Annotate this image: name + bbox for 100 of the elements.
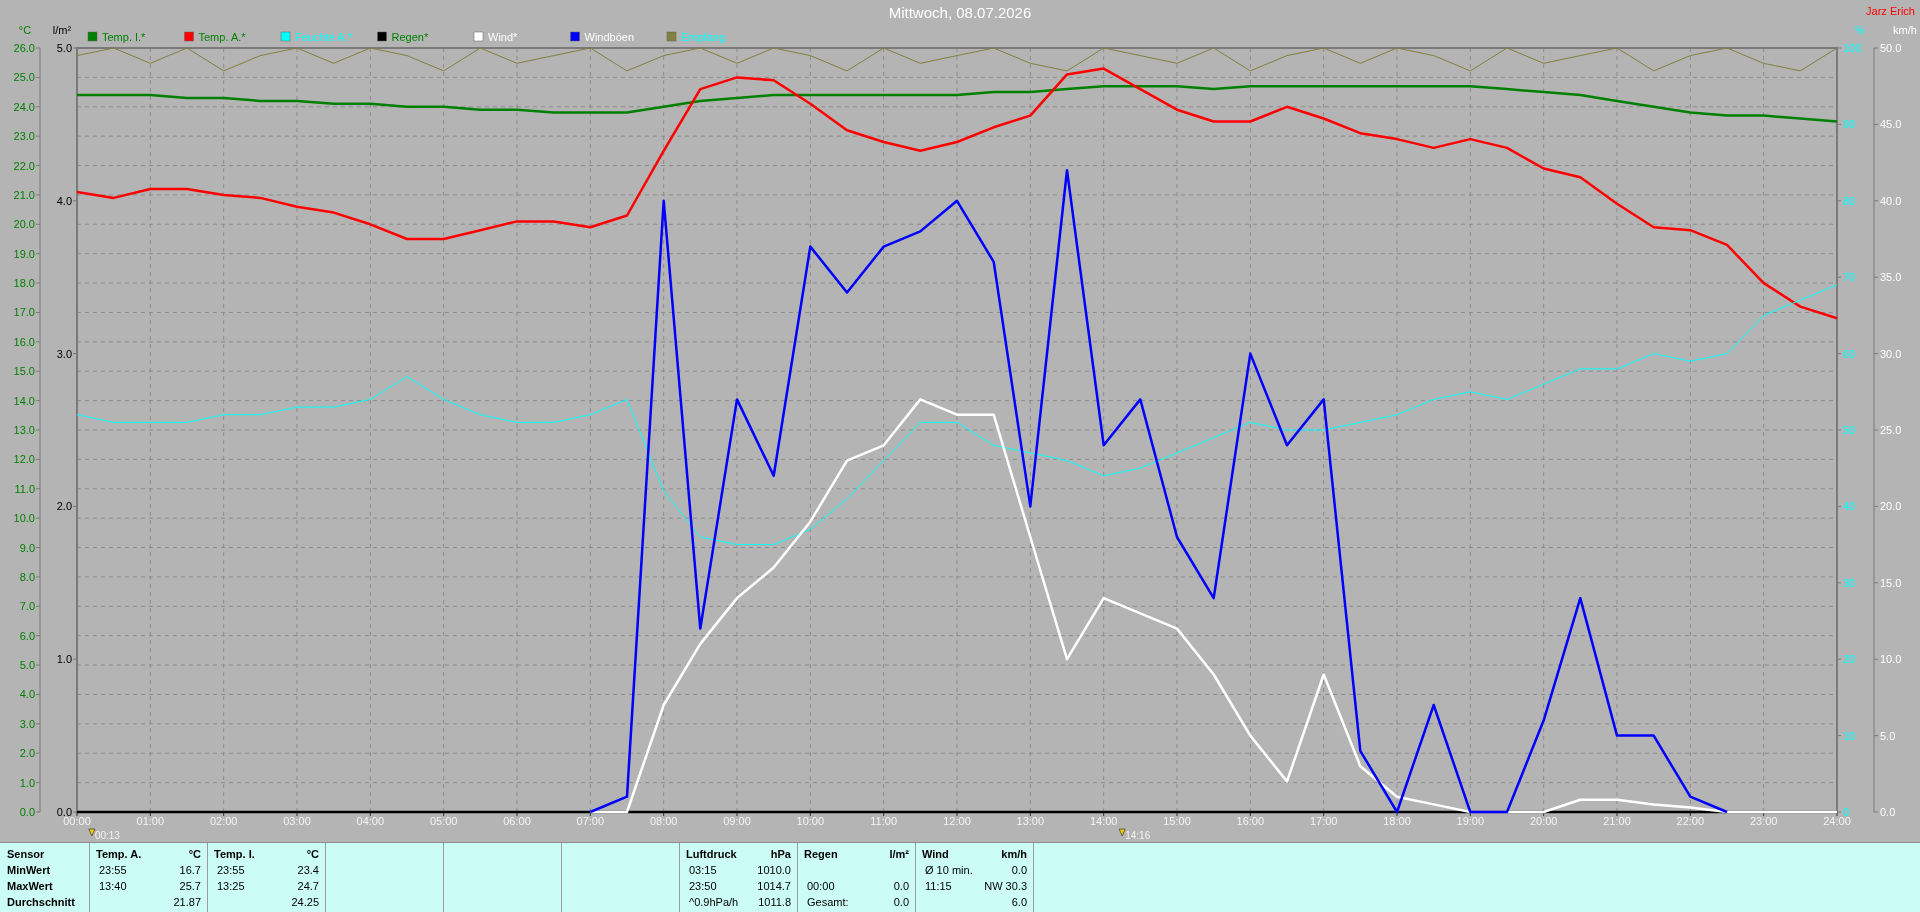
time-cell-text: 00:00 [806, 878, 835, 894]
column-header: Regen [804, 846, 838, 862]
time-cell-text: 23:50 [688, 878, 717, 894]
axis-tick-label: 15.0 [13, 365, 35, 378]
value-cell-text: 1011.8 [758, 894, 791, 910]
axis-tick-label: 17:00 [1309, 815, 1338, 827]
axis-tick-label: 14.0 [13, 394, 35, 407]
axis-tick-label: 19:00 [1456, 815, 1485, 827]
axis-tick-label: 22:00 [1676, 815, 1705, 827]
axis-tick-label: 12.0 [13, 453, 35, 466]
axis-tick-label: 04:00 [356, 815, 385, 827]
legend-label: Regen* [391, 31, 429, 43]
axis-tick-label: 45.0 [1880, 118, 1902, 131]
legend-label: Wind* [488, 31, 518, 43]
axis-tick-label: 40.0 [1880, 194, 1902, 207]
axis-tick-label: 30 [1843, 576, 1856, 589]
axis-tick-label: 4.0 [19, 688, 35, 701]
axis-tick-label: 12:00 [943, 815, 971, 827]
axis-tick-label: 24:00 [1823, 815, 1851, 827]
axis-tick-label: 6.0 [19, 629, 35, 642]
unit-label: hPa [770, 846, 791, 862]
axis-tick-label: 20.0 [13, 218, 35, 231]
axis-tick-label: 18.0 [13, 277, 35, 290]
unit-label: km/h [1001, 846, 1027, 862]
axis-tick-label: 09:00 [723, 815, 751, 827]
axis-tick-label: 90 [1843, 118, 1856, 131]
axis-tick-label: 5.0 [56, 42, 72, 54]
axis-tick-label: 25.0 [1880, 424, 1902, 436]
axis-tick-label: 23.0 [13, 130, 35, 143]
axis-tick-label: 10:00 [796, 815, 825, 827]
axis-tick-label: 01:00 [136, 815, 165, 827]
axis-tick-label: 26.0 [13, 42, 35, 54]
marker-time: 14:16 [1125, 830, 1151, 841]
time-cell-text: 13:40 [98, 878, 127, 894]
axis-tick-label: 35.0 [1880, 271, 1902, 284]
axis-tick-label: 9.0 [19, 541, 35, 554]
marker-time: 00:13 [94, 830, 120, 841]
station-name: Jarz Erich [1866, 5, 1915, 17]
time-cell-text: 23:55 [216, 862, 245, 878]
axis-tick-label: 06:00 [503, 815, 531, 827]
axis-tick-label: 2.0 [19, 747, 35, 760]
marker-icon [1118, 828, 1126, 837]
legend-label: Empfang [681, 31, 726, 43]
axis-tick-label: 50.0 [1880, 42, 1902, 54]
axis-tick-label: 1.0 [56, 653, 72, 666]
unit-label: °C [188, 846, 201, 862]
axis-tick-label: 10.0 [1880, 653, 1902, 666]
axis-tick-label: 13:00 [1016, 815, 1045, 827]
axis-tick-label: 30.0 [1880, 347, 1902, 360]
time-cell-text: 11:15 [924, 878, 952, 894]
value-cell-text: 0.0 [1011, 862, 1027, 878]
axis-tick-label: 50 [1843, 424, 1856, 436]
time-cell-text: 03:15 [688, 862, 717, 878]
column-header: Luftdruck [686, 846, 737, 862]
value-cell-text: 0.0 [893, 878, 909, 894]
row-label: Sensor [7, 847, 46, 862]
axis-unit: °C [18, 24, 32, 36]
axis-tick-label: 17.0 [13, 306, 35, 319]
axis-tick-label: 20:00 [1529, 815, 1558, 827]
axis-tick-label: 20.0 [1880, 500, 1902, 513]
axis-tick-label: 08:00 [649, 815, 678, 827]
axis-tick-label: 25.0 [13, 71, 35, 84]
axis-tick-label: 80 [1843, 194, 1856, 207]
legend-label: Feuchte A.* [295, 31, 352, 43]
axis-tick-label: 15.0 [1880, 576, 1902, 589]
row-label: MaxWert [7, 879, 54, 894]
value-cell-text: NW 30.3 [984, 878, 1027, 894]
value-cell-text: 23.4 [297, 862, 319, 878]
axis-tick-label: 10.0 [13, 512, 35, 525]
axis-tick-label: 13.0 [13, 424, 35, 436]
value-cell-text: 16.7 [179, 862, 201, 878]
axis-tick-label: 2.0 [56, 500, 72, 513]
axis-tick-label: 3.0 [19, 717, 35, 730]
value-cell-text: 1010.0 [757, 862, 791, 878]
legend-label: Temp. A.* [198, 31, 246, 43]
axis-tick-label: 3.0 [56, 347, 72, 360]
axis-tick-label: 0.0 [1880, 806, 1896, 818]
value-cell-text: 24.7 [297, 878, 319, 894]
column-header: Temp. I. [214, 846, 255, 862]
time-cell-text: ^0.9hPa/h [688, 894, 739, 910]
value-cell-text: 6.0 [1011, 894, 1027, 910]
value-cell-text: 21.87 [173, 894, 201, 910]
axis-tick-label: 16.0 [13, 335, 35, 348]
axis-tick-label: 18:00 [1383, 815, 1411, 827]
time-cell-text: Ø 10 min. [924, 862, 973, 878]
axis-unit: % [1855, 24, 1865, 36]
value-cell-text: 25.7 [179, 878, 201, 894]
axis-tick-label: 14:00 [1089, 815, 1118, 827]
column-header: Temp. A. [96, 846, 142, 862]
axis-tick-label: 24.0 [13, 100, 35, 113]
axis-tick-label: 0.0 [19, 806, 35, 818]
value-cell-text: 1014.7 [757, 878, 791, 894]
legend-label: Temp. I.* [102, 31, 146, 43]
axis-tick-label: 21.0 [13, 188, 35, 201]
axis-tick-label: 5.0 [19, 659, 35, 672]
axis-tick-label: 03:00 [283, 815, 311, 827]
axis-tick-label: 40 [1843, 500, 1856, 513]
axis-tick-label: 7.0 [19, 600, 35, 613]
axis-tick-label: 70 [1843, 271, 1856, 284]
time-cell-text: Gesamt: [806, 894, 849, 910]
